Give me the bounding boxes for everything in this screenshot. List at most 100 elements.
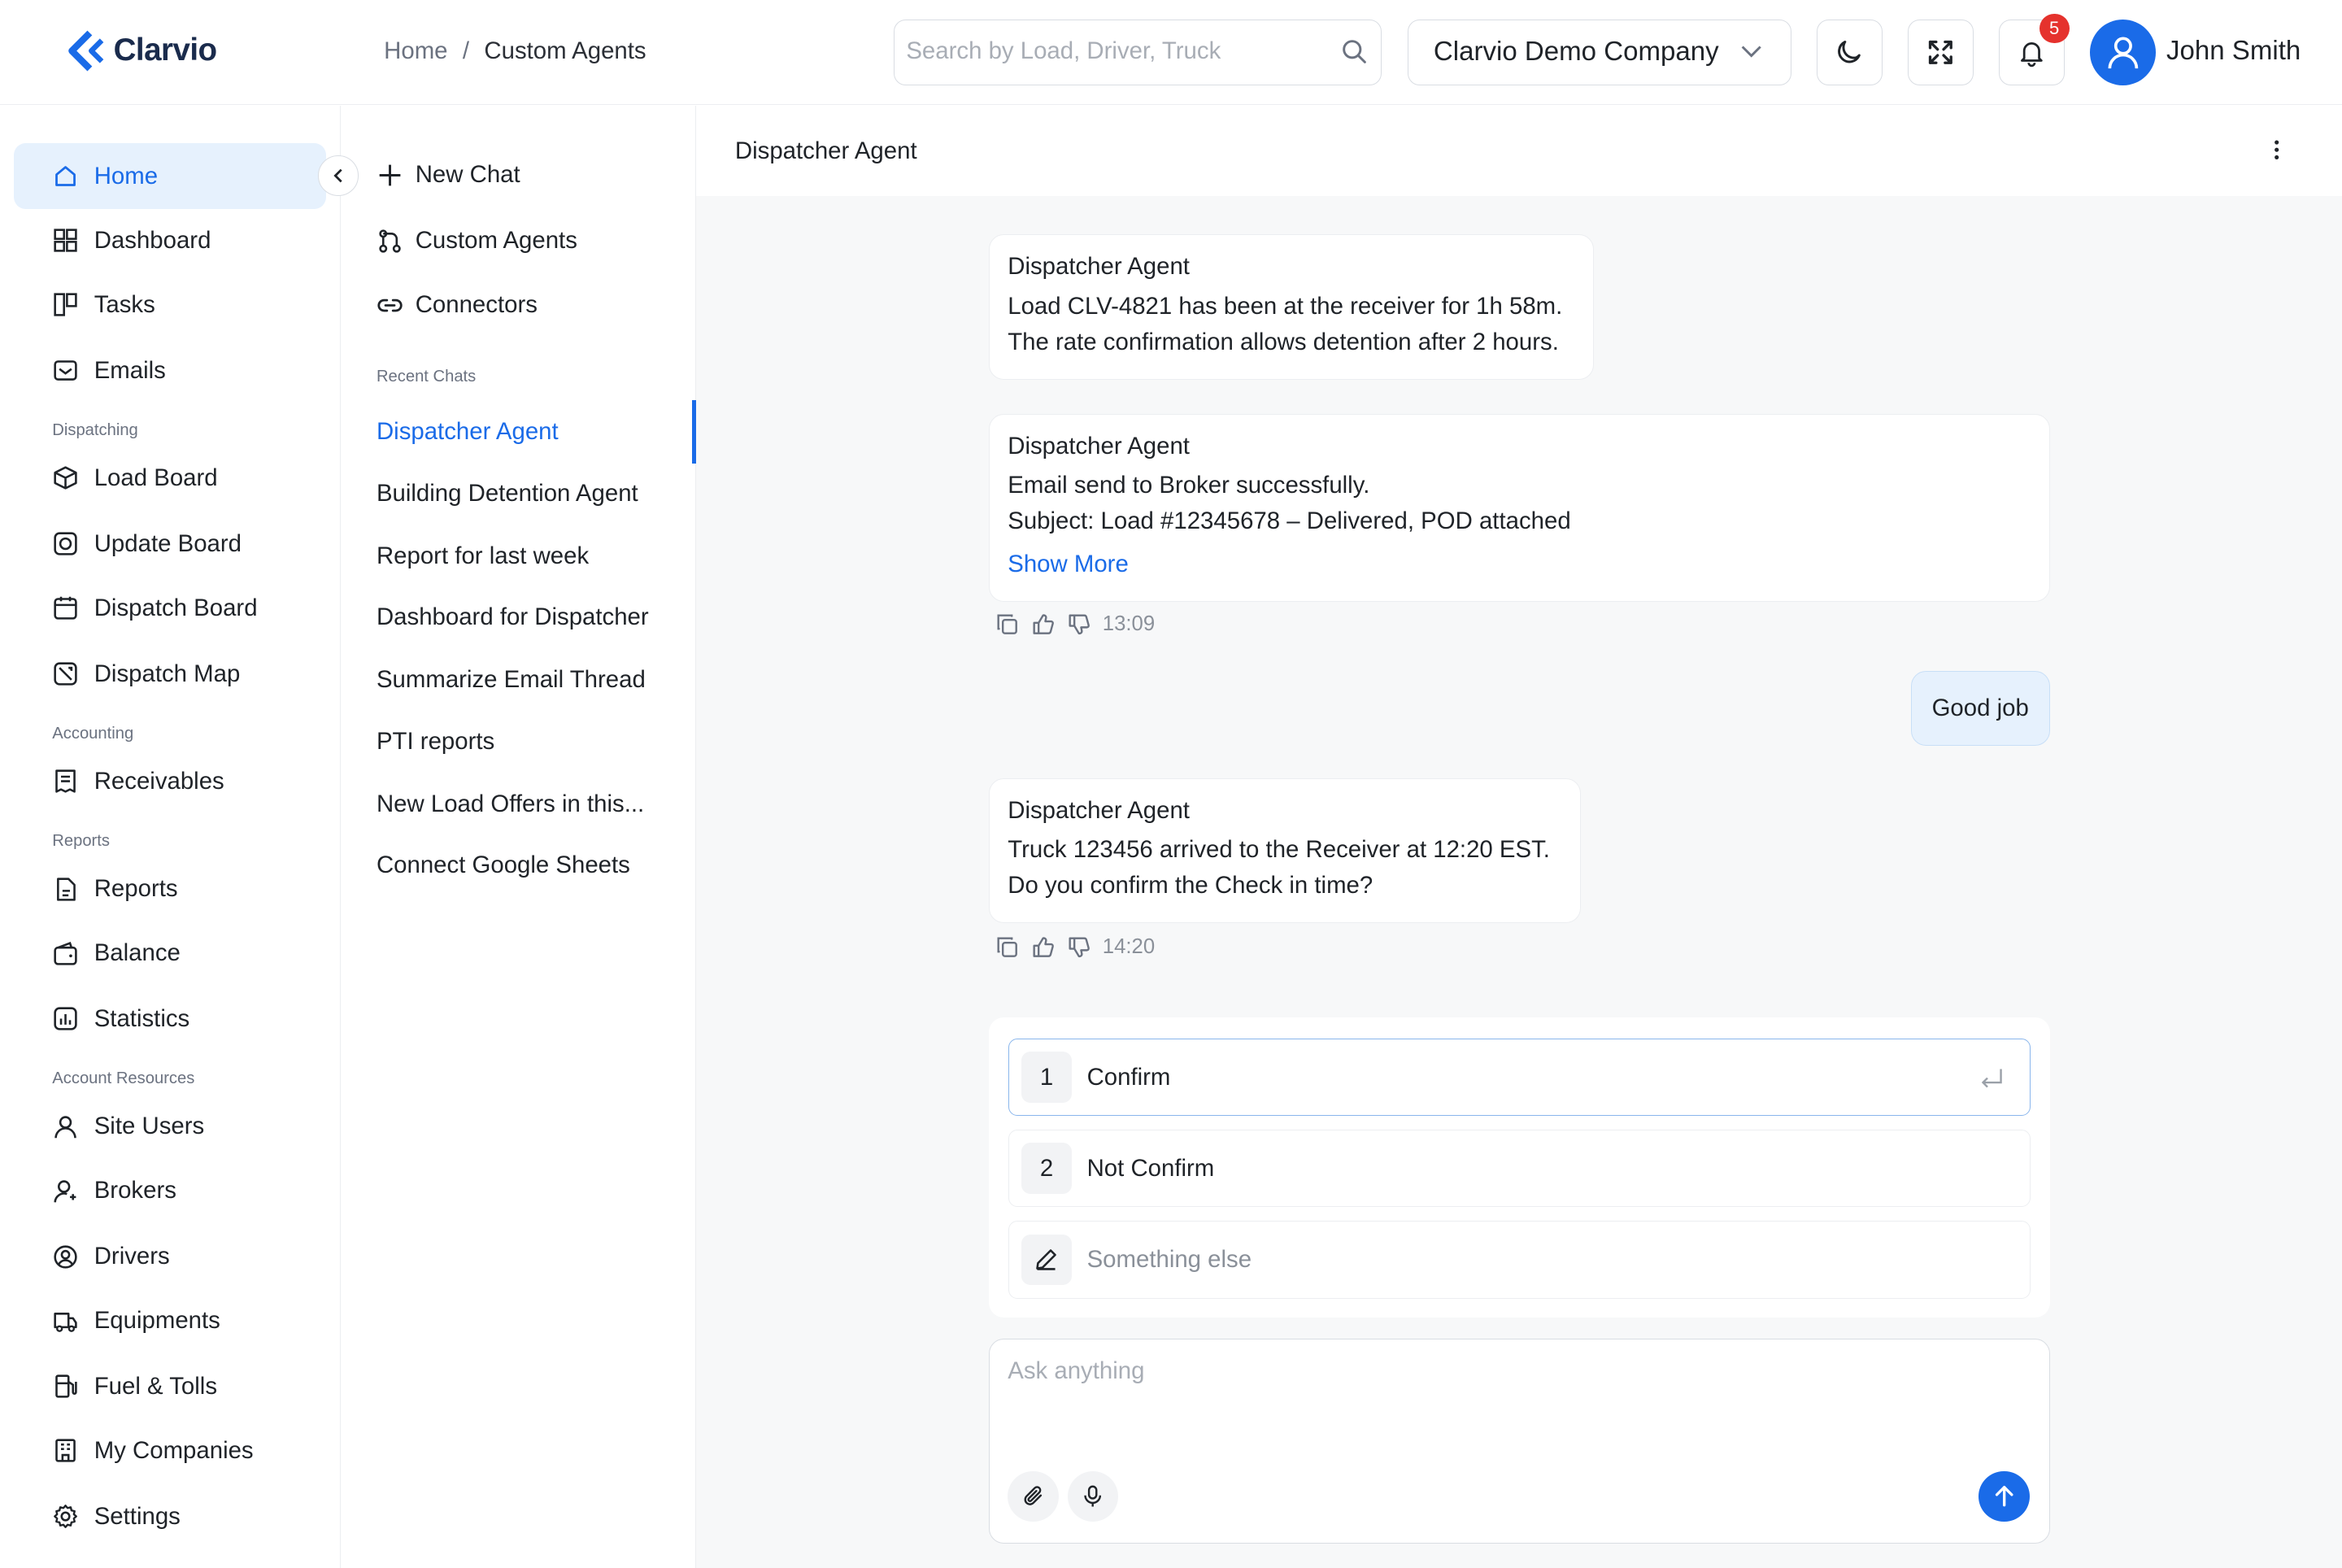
message-time: 13:09 (1102, 612, 1156, 636)
connectors-link[interactable]: Connectors (377, 291, 538, 319)
chat-header: Dispatcher Agent (696, 106, 2342, 196)
clarvio-logo-icon (68, 30, 104, 72)
message-composer (989, 1339, 2050, 1544)
notification-badge: 5 (2039, 13, 2070, 44)
broker-icon (52, 1178, 79, 1204)
message-actions: 14:20 (995, 935, 1155, 959)
company-select[interactable]: Clarvio Demo Company (1407, 19, 1791, 85)
sidebar-item-label: My Companies (94, 1436, 254, 1464)
reply-options: 1 Confirm 2 Not Confirm Something else (989, 1017, 2050, 1318)
show-more-link[interactable]: Show More (1008, 547, 2031, 582)
wallet-icon (52, 940, 79, 967)
recent-chat-item[interactable]: Report for last week (377, 542, 668, 570)
breadcrumb-home[interactable]: Home (384, 37, 447, 65)
sidebar-item-equipments[interactable]: Equipments (14, 1288, 326, 1354)
sidebar-item-site-users[interactable]: Site Users (14, 1094, 326, 1160)
sidebar-item-label: Balance (94, 939, 181, 967)
company-select-value: Clarvio Demo Company (1433, 37, 1719, 68)
search-input[interactable] (906, 20, 1325, 84)
sidebar-item-balance[interactable]: Balance (14, 921, 326, 987)
recent-chat-item[interactable]: PTI reports (377, 728, 668, 756)
thumbs-up-icon[interactable] (1031, 612, 1055, 636)
option-something-else[interactable]: Something else (1008, 1220, 2031, 1299)
user-message: Good job (1910, 670, 2050, 746)
more-options-icon[interactable] (2265, 133, 2288, 169)
recent-chat-item[interactable]: Dashboard for Dispatcher (377, 603, 668, 631)
recent-chat-item[interactable]: Connect Google Sheets (377, 852, 668, 879)
fullscreen-button[interactable] (1908, 19, 1974, 85)
option-not-confirm[interactable]: 2 Not Confirm (1008, 1129, 2031, 1208)
fullscreen-icon (1926, 37, 1956, 68)
gear-icon (52, 1503, 79, 1530)
sidebar-item-label: Equipments (94, 1307, 220, 1335)
avatar[interactable] (2090, 19, 2157, 85)
logo[interactable]: Clarvio (66, 28, 217, 73)
sidebar-item-settings[interactable]: Settings (14, 1483, 326, 1549)
nav-group-dispatching: Dispatching (52, 421, 138, 440)
sidebar: Home Dashboard Tasks Emails Dispatching … (0, 106, 341, 1568)
building-icon (52, 1437, 79, 1464)
message-sender: Dispatcher Agent (1008, 432, 1190, 460)
nav-group-reports: Reports (52, 832, 110, 851)
git-branch-icon (377, 228, 403, 255)
breadcrumb-current: Custom Agents (484, 37, 646, 64)
sidebar-item-load-board[interactable]: Load Board (14, 445, 326, 511)
recent-chat-item[interactable]: New Load Offers in this... (377, 791, 668, 818)
attach-button[interactable] (1008, 1470, 1059, 1522)
search-icon[interactable] (1341, 38, 1368, 65)
sidebar-item-my-companies[interactable]: My Companies (14, 1418, 326, 1483)
send-button[interactable] (1979, 1470, 2030, 1522)
enter-key-icon (1979, 1065, 2005, 1088)
collapse-sidebar-button[interactable] (318, 155, 359, 196)
custom-agents-link[interactable]: Custom Agents (377, 227, 577, 255)
dark-mode-button[interactable] (1817, 19, 1883, 85)
option-confirm[interactable]: 1 Confirm (1008, 1038, 2031, 1117)
nav-group-accounting: Accounting (52, 725, 134, 743)
nav-group-account-resources: Account Resources (52, 1069, 195, 1088)
sidebar-item-fuel-tolls[interactable]: Fuel & Tolls (14, 1353, 326, 1419)
microphone-button[interactable] (1067, 1470, 1119, 1522)
option-number: 2 (1021, 1143, 1073, 1194)
update-icon (52, 530, 79, 557)
sidebar-item-label: Statistics (94, 1004, 190, 1032)
message-input[interactable] (1008, 1357, 2024, 1448)
copy-icon[interactable] (995, 935, 1019, 959)
sidebar-item-reports[interactable]: Reports (14, 856, 326, 922)
sidebar-item-emails[interactable]: Emails (14, 338, 326, 403)
sidebar-item-tasks[interactable]: Tasks (14, 272, 326, 338)
sidebar-item-dispatch-board[interactable]: Dispatch Board (14, 575, 326, 641)
recent-chat-item[interactable]: Summarize Email Thread (377, 666, 668, 694)
sidebar-item-brokers[interactable]: Brokers (14, 1158, 326, 1224)
chat-area: Dispatcher Agent Dispatcher Agent Load C… (696, 106, 2342, 1568)
message-sender: Dispatcher Agent (1008, 253, 1190, 281)
map-icon (52, 660, 79, 687)
truck-icon (52, 1308, 79, 1335)
sidebar-item-label: Fuel & Tolls (94, 1372, 218, 1400)
driver-icon (52, 1244, 79, 1270)
moon-icon (1835, 37, 1865, 68)
sidebar-item-drivers[interactable]: Drivers (14, 1224, 326, 1290)
sidebar-item-dispatch-map[interactable]: Dispatch Map (14, 641, 326, 707)
breadcrumb: Home / Custom Agents (384, 37, 646, 65)
logo-text: Clarvio (113, 33, 217, 68)
thumbs-up-icon[interactable] (1031, 935, 1055, 959)
sidebar-item-label: Update Board (94, 529, 242, 557)
chevron-left-icon (329, 167, 347, 185)
thumbs-down-icon[interactable] (1067, 612, 1090, 636)
user-name[interactable]: John Smith (2166, 36, 2301, 67)
copy-icon[interactable] (995, 612, 1019, 636)
message-sender: Dispatcher Agent (1008, 797, 1190, 825)
sidebar-item-statistics[interactable]: Statistics (14, 987, 326, 1052)
thumbs-down-icon[interactable] (1067, 935, 1090, 959)
recent-chat-item[interactable]: Dispatcher Agent (377, 418, 668, 446)
sidebar-item-label: Reports (94, 875, 178, 903)
recent-chat-item[interactable]: Building Detention Agent (377, 480, 668, 507)
sidebar-item-update-board[interactable]: Update Board (14, 511, 326, 577)
message-line: Subject: Load #12345678 – Delivered, POD… (1008, 507, 1571, 535)
link-icon (377, 292, 403, 319)
sidebar-item-receivables[interactable]: Receivables (14, 748, 326, 814)
message-line: The rate confirmation allows detention a… (1008, 328, 1559, 355)
sidebar-item-dashboard[interactable]: Dashboard (14, 207, 326, 273)
new-chat-button[interactable]: New Chat (377, 161, 520, 189)
sidebar-item-home[interactable]: Home (13, 143, 326, 210)
